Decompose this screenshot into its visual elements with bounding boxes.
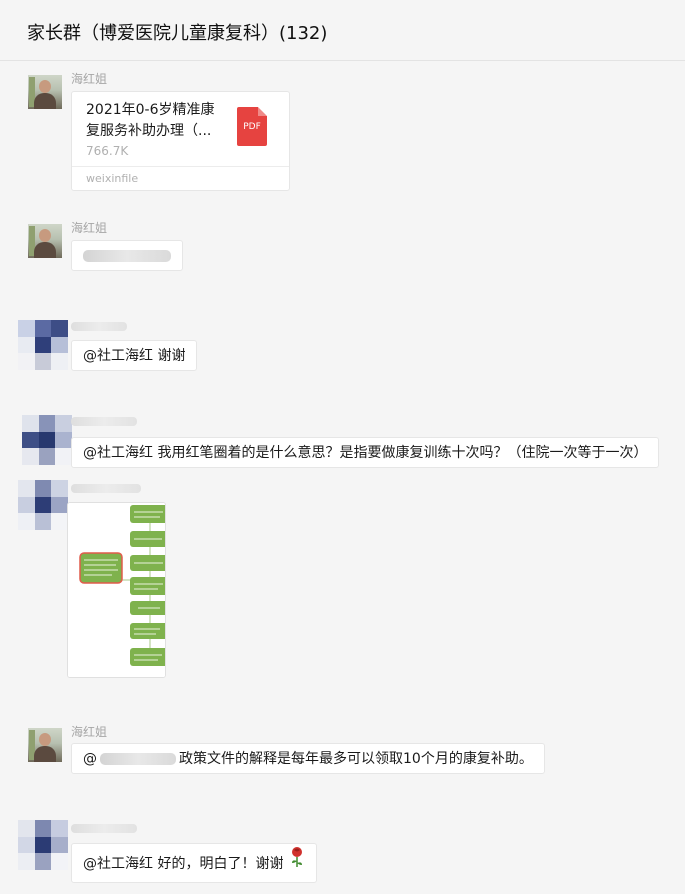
avatar-member-2[interactable] <box>18 820 68 870</box>
sender-name-redacted <box>71 484 141 493</box>
sender-name: 海红姐 <box>71 72 108 86</box>
file-source: weixinfile <box>86 172 139 185</box>
flowchart-image <box>68 503 165 677</box>
message-text: 政策文件的解释是每年最多可以领取10个月的康复补助。 <box>179 751 533 767</box>
message-text: @社工海红 好的，明白了！谢谢 <box>83 856 284 872</box>
message-bubble[interactable]: @社工海红 我用红笔圈着的是什么意思？是指要做康复训练十次吗？（住院一次等于一次… <box>71 437 660 468</box>
sender-name-redacted <box>71 322 127 331</box>
message-bubble[interactable]: @ 政策文件的解释是每年最多可以领取10个月的康复补助。 <box>71 743 545 774</box>
pdf-icon: PDF <box>237 107 267 146</box>
sender-name-redacted <box>71 417 137 426</box>
avatar-haihongjie[interactable] <box>28 224 62 258</box>
file-message[interactable]: 2021年0-6岁精准康复服务补助办理（... 766.7K PDF weixi… <box>71 91 290 191</box>
message-bubble-redacted[interactable] <box>71 240 183 271</box>
avatar-member-2[interactable] <box>22 415 72 465</box>
image-message[interactable] <box>67 502 166 678</box>
message-bubble[interactable]: @社工海红 好的，明白了！谢谢 <box>71 843 318 884</box>
message-bubble[interactable]: @社工海红 谢谢 <box>71 340 198 371</box>
avatar-member-1[interactable] <box>18 320 68 370</box>
file-size: 766.7K <box>86 144 129 158</box>
redacted-mention <box>100 753 176 765</box>
sender-name: 海红姐 <box>71 725 108 739</box>
chat-title: 家长群（博爱医院儿童康复科）(132) <box>27 23 328 44</box>
redacted-text <box>83 250 171 262</box>
mention-prefix: @ <box>83 751 97 767</box>
file-divider <box>72 166 289 167</box>
avatar-haihongjie[interactable] <box>28 728 62 762</box>
chat-header: 家长群（博爱医院儿童康复科）(132) <box>0 0 685 61</box>
avatar-member-2[interactable] <box>18 480 68 530</box>
sender-name-redacted <box>71 824 137 833</box>
rose-icon <box>289 844 305 884</box>
sender-name: 海红姐 <box>71 221 108 235</box>
file-name: 2021年0-6岁精准康复服务补助办理（... <box>86 102 215 139</box>
avatar-haihongjie[interactable] <box>28 75 62 109</box>
